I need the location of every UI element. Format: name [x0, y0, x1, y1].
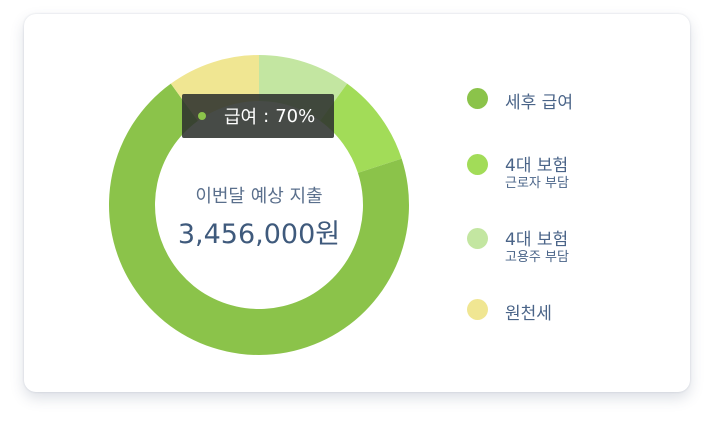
legend-dot-insurance-employee	[467, 154, 488, 175]
legend-sub-insurance-employer: 고용주 부담	[505, 250, 569, 265]
tooltip: 급여 : 70%	[182, 94, 334, 138]
legend-dot-insurance-employer	[467, 228, 488, 249]
legend-label-net-salary: 세후 급여	[505, 93, 573, 113]
chart-card: 이번달 예상 지출 3,456,000원 급여 : 70% 세후 급여 4대 보…	[24, 14, 690, 392]
center-title: 이번달 예상 지출	[195, 186, 323, 207]
center-value: 3,456,000원	[177, 219, 341, 250]
tooltip-label: 급여	[224, 107, 258, 128]
legend-dot-net-salary	[467, 88, 488, 109]
tooltip-series-dot	[198, 112, 206, 120]
tooltip-separator: :	[263, 105, 270, 127]
legend-dot-withholding-tax	[467, 299, 488, 320]
legend-label-withholding-tax: 원천세	[505, 304, 552, 324]
legend-sub-insurance-employee: 근로자 부담	[505, 176, 569, 191]
tooltip-value: 70%	[275, 105, 316, 127]
